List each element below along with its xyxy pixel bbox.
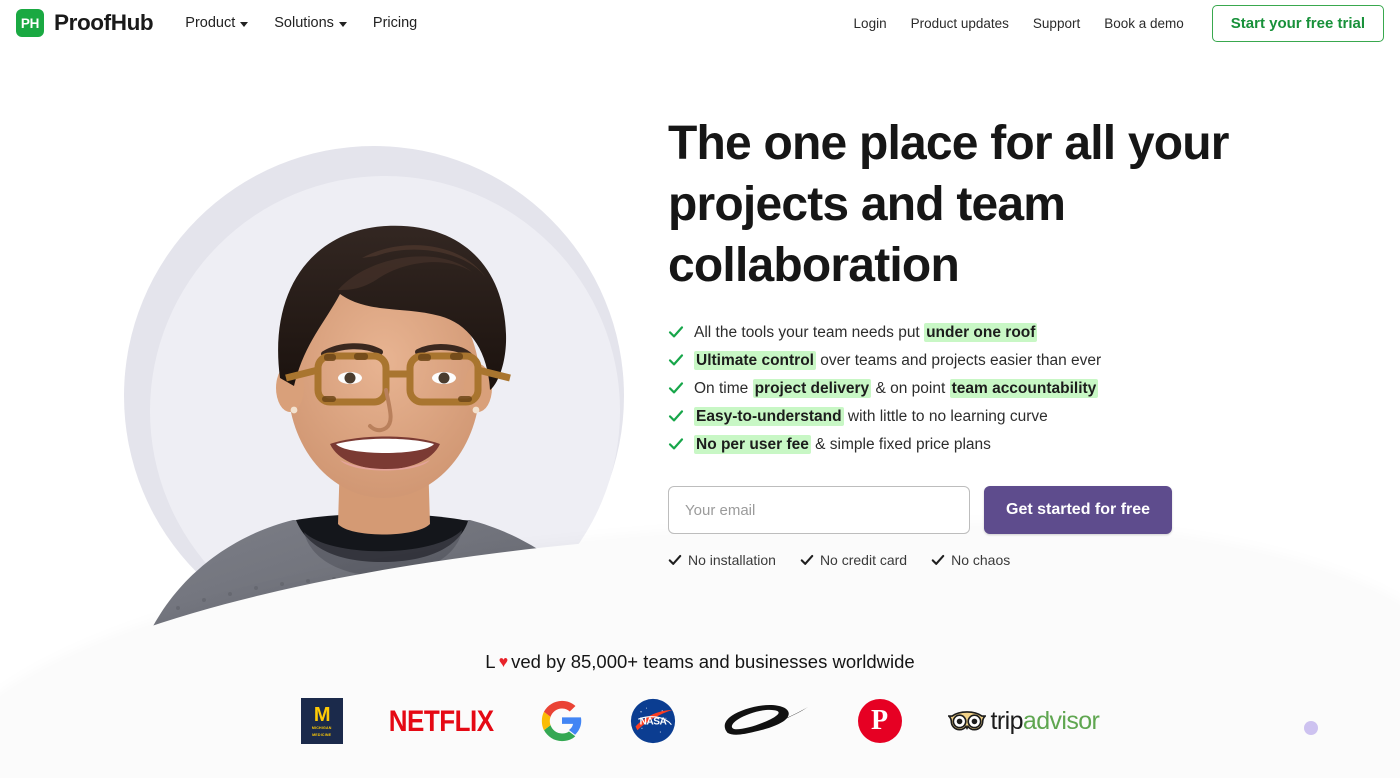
get-started-button[interactable]: Get started for free bbox=[984, 486, 1173, 534]
landing-page: PH ProofHub Product Solutions Pricing Lo… bbox=[0, 0, 1400, 778]
benefit-2-post: over teams and projects easier than ever bbox=[815, 352, 1102, 369]
nav-item-solutions-label: Solutions bbox=[274, 15, 334, 31]
check-icon bbox=[668, 410, 684, 422]
benefit-1-pre: All the tools your team needs put bbox=[694, 324, 925, 341]
chevron-down-icon bbox=[338, 21, 347, 27]
michigan-label-1: MICHIGAN bbox=[311, 726, 332, 731]
benefit-4-post: with little to no learning curve bbox=[843, 408, 1048, 425]
chevron-down-icon bbox=[240, 21, 249, 27]
list-item: No per user fee & simple fixed price pla… bbox=[668, 434, 1288, 456]
benefit-5-post: & simple fixed price plans bbox=[810, 436, 991, 453]
nav-link-login[interactable]: Login bbox=[854, 16, 887, 31]
tripadvisor-word-trip: trip bbox=[990, 706, 1024, 735]
list-item: Ultimate control over teams and projects… bbox=[668, 350, 1288, 372]
secondary-nav: Login Product updates Support Book a dem… bbox=[854, 4, 1384, 42]
primary-nav: Product Solutions Pricing bbox=[185, 15, 417, 31]
signup-form: Get started for free bbox=[668, 486, 1288, 534]
reassurance-label: No credit card bbox=[819, 552, 908, 568]
logo-tripadvisor: tripadvisor bbox=[947, 706, 1100, 736]
heart-icon: ♥ bbox=[498, 654, 509, 671]
benefit-3-highlight: project delivery bbox=[752, 379, 872, 398]
logo-nasa: NASA bbox=[630, 698, 676, 744]
check-icon bbox=[800, 554, 814, 565]
benefit-2-highlight: Ultimate control bbox=[694, 351, 816, 370]
logo-michigan-medicine: M MICHIGAN MEDICINE bbox=[300, 698, 343, 744]
check-icon bbox=[931, 554, 945, 565]
start-free-trial-button[interactable]: Start your free trial bbox=[1211, 4, 1384, 42]
benefit-3-mid: & on point bbox=[871, 380, 950, 397]
reassurance-label: No installation bbox=[688, 552, 776, 568]
logo-google bbox=[540, 699, 584, 743]
hero-section: The one place for all your projects and … bbox=[0, 46, 1400, 778]
hero-copy: The one place for all your projects and … bbox=[668, 113, 1288, 568]
proofhub-logo-icon: PH bbox=[16, 9, 44, 37]
nav-link-book-a-demo[interactable]: Book a demo bbox=[1104, 16, 1184, 31]
social-proof-section: L ♥ ved by 85,000+ teams and businesses wo… bbox=[0, 618, 1400, 778]
nav-item-pricing[interactable]: Pricing bbox=[373, 15, 417, 31]
nike-swoosh-icon bbox=[724, 705, 808, 735]
logo-netflix: NETFLIX bbox=[388, 703, 494, 738]
check-icon bbox=[668, 438, 684, 450]
nav-link-product-updates[interactable]: Product updates bbox=[911, 16, 1009, 31]
nasa-meatball-icon: NASA bbox=[630, 698, 675, 744]
reassurance-no-chaos: No chaos bbox=[931, 552, 1010, 568]
benefit-4-highlight: Easy-to-understand bbox=[694, 407, 844, 426]
check-icon bbox=[668, 554, 682, 565]
reassurance-no-credit-card: No credit card bbox=[800, 552, 907, 568]
loved-prefix: L bbox=[485, 651, 496, 672]
michigan-m-glyph: M bbox=[313, 704, 331, 727]
social-proof-headline: L ♥ ved by 85,000+ teams and businesses wo… bbox=[0, 651, 1400, 673]
list-item: All the tools your team needs put under … bbox=[668, 322, 1288, 344]
check-icon bbox=[668, 382, 684, 394]
reassurance-label: No chaos bbox=[951, 552, 1011, 568]
michigan-label-2: MEDICINE bbox=[312, 733, 332, 737]
list-item: On time project delivery & on point team… bbox=[668, 378, 1288, 400]
check-icon bbox=[668, 326, 684, 338]
nav-item-pricing-label: Pricing bbox=[372, 15, 418, 31]
nav-item-product-label: Product bbox=[185, 15, 236, 31]
svg-text:NASA: NASA bbox=[639, 717, 667, 728]
signup-reassurances: No installation No credit card No chaos bbox=[668, 552, 1288, 568]
benefit-1-highlight: under one roof bbox=[924, 323, 1038, 342]
loved-suffix: ved by 85,000+ teams and businesses worl… bbox=[511, 651, 915, 672]
customer-logo-strip: M MICHIGAN MEDICINE NETFLIX NASA P tripa… bbox=[0, 695, 1400, 747]
site-header: PH ProofHub Product Solutions Pricing Lo… bbox=[0, 0, 1400, 46]
reassurance-no-installation: No installation bbox=[668, 552, 776, 568]
brand-name: ProofHub bbox=[54, 10, 154, 35]
email-field[interactable] bbox=[668, 486, 970, 534]
benefit-3-pre: On time bbox=[694, 380, 753, 397]
nav-item-solutions[interactable]: Solutions bbox=[274, 15, 347, 31]
check-icon bbox=[668, 354, 684, 366]
benefit-5-highlight: No per user fee bbox=[694, 435, 811, 454]
list-item: Easy-to-understand with little to no lea… bbox=[668, 406, 1288, 428]
page-title: The one place for all your projects and … bbox=[668, 117, 1229, 292]
benefit-3-highlight-2: team accountability bbox=[949, 379, 1099, 398]
pinterest-p-glyph: P bbox=[857, 699, 902, 743]
logo-nike bbox=[722, 704, 812, 738]
nav-item-product[interactable]: Product bbox=[185, 15, 249, 31]
hero-benefits-list: All the tools your team needs put under … bbox=[668, 322, 1288, 456]
google-g-icon bbox=[541, 700, 581, 742]
logo-pinterest: P bbox=[857, 699, 902, 743]
tripadvisor-owl-icon bbox=[947, 711, 986, 731]
nav-link-support[interactable]: Support bbox=[1033, 16, 1080, 31]
brand-logo[interactable]: PH ProofHub bbox=[16, 9, 154, 37]
tripadvisor-word-advisor: advisor bbox=[1022, 706, 1100, 735]
